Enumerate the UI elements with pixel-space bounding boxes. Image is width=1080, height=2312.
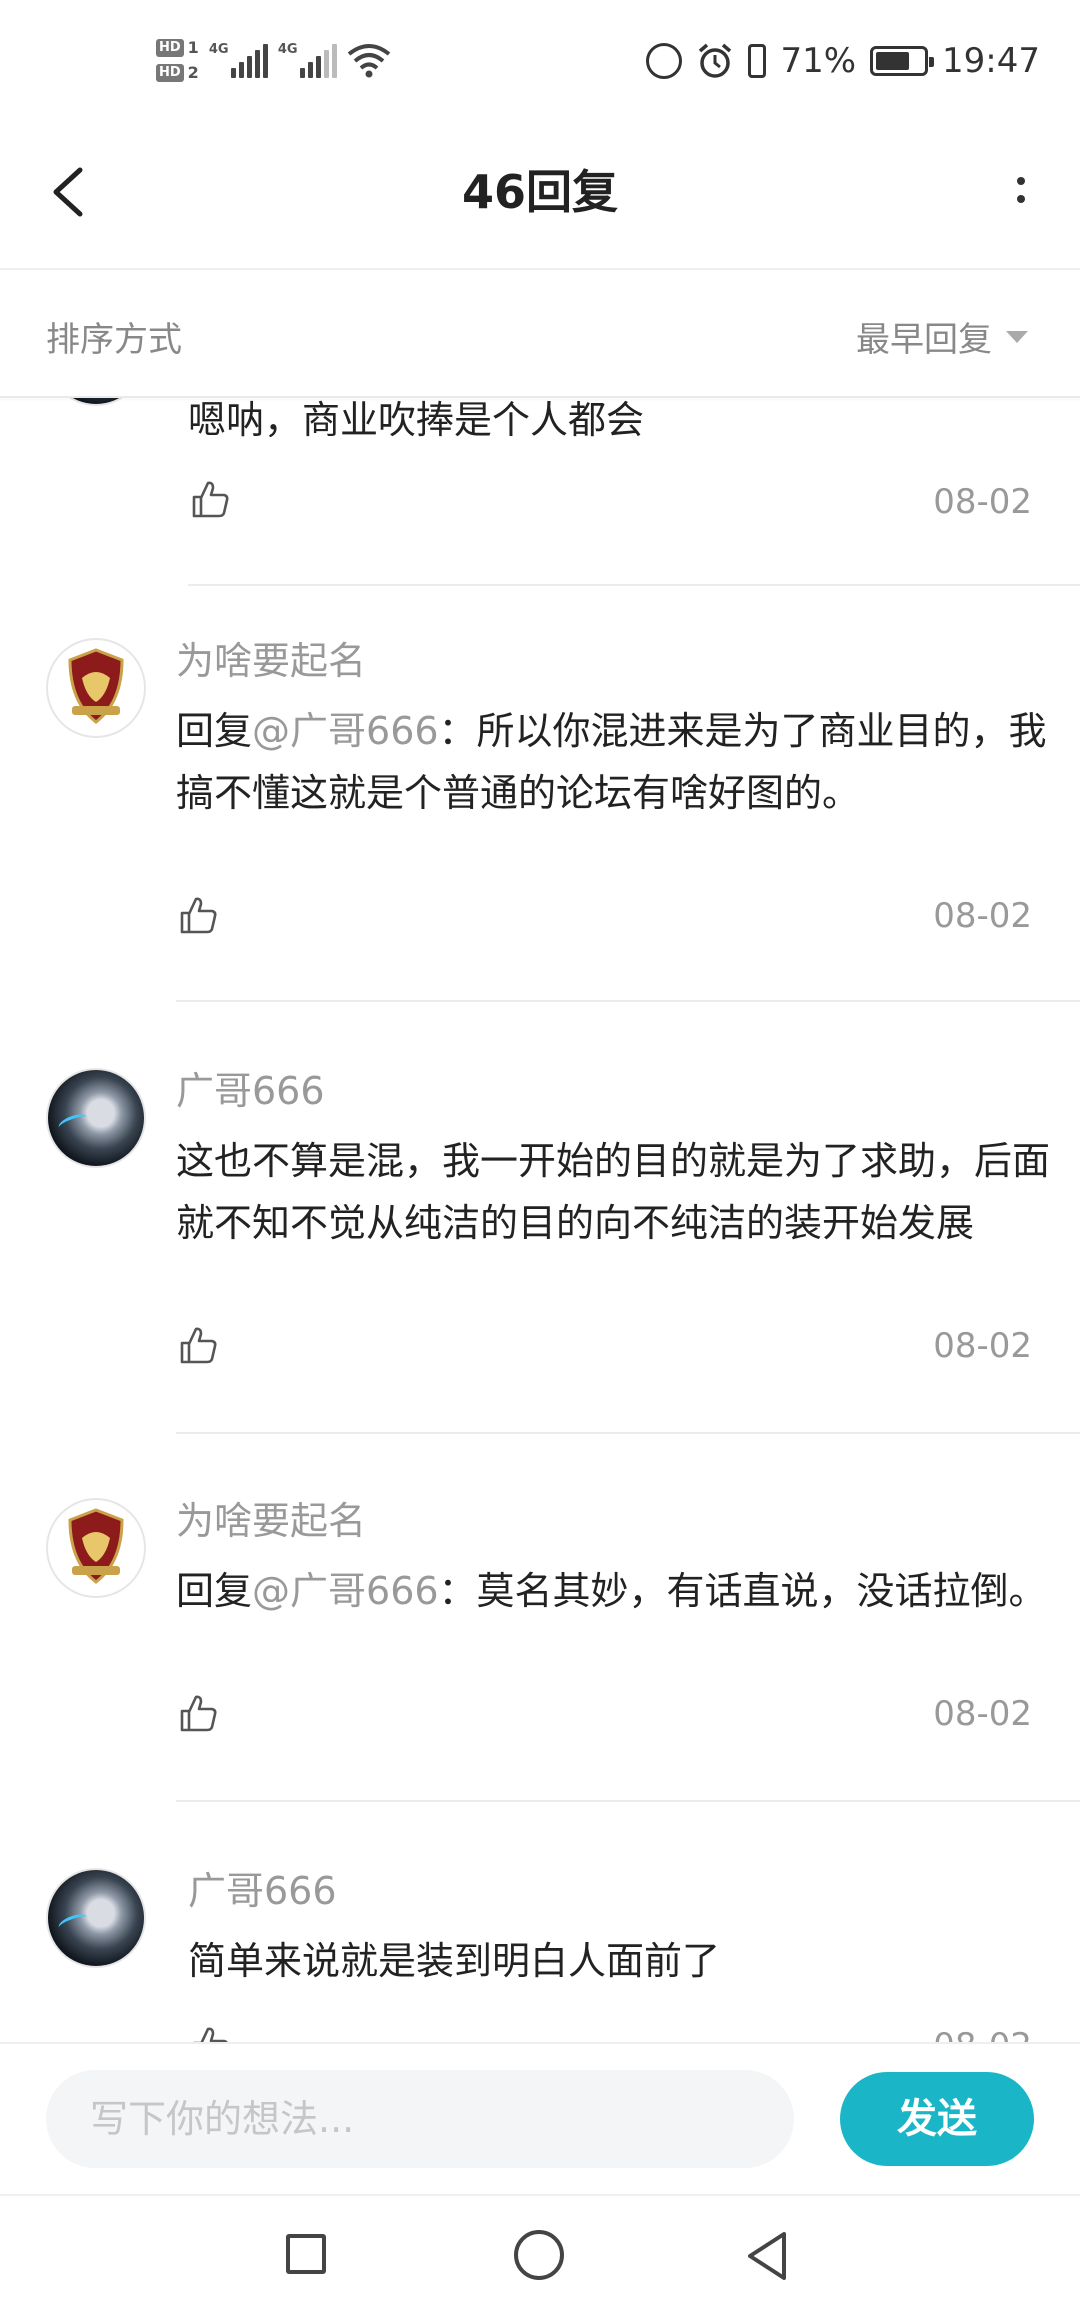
reply-content: 回复@广哥666：所以你混进来是为了商业目的，我搞不懂这就是个普通的论坛有啥好图… bbox=[176, 700, 1076, 824]
reply-prefix: 回复 bbox=[176, 709, 253, 753]
reply-item: 嗯呐，商业吹捧是个人都会 08-02 bbox=[0, 396, 1080, 646]
reply-date: 08-02 bbox=[933, 896, 1032, 936]
reply-item: 为啥要起名 回复@广哥666：所以你混进来是为了商业目的，我搞不懂这就是个普通的… bbox=[0, 630, 1080, 1060]
status-bar: HD 1 HD 2 4G 4G 71% 19:47 bbox=[0, 0, 1080, 120]
reply-content: 回复@广哥666：莫名其妙，有话直说，没话拉倒。 bbox=[176, 1560, 1076, 1622]
crest-logo-icon bbox=[68, 648, 124, 724]
network-type-1: 4G bbox=[208, 42, 229, 57]
reply-item: 广哥666 简单来说就是装到明白人面前了 08-02 bbox=[0, 1860, 1080, 2042]
system-indicators: 71% 19:47 bbox=[646, 36, 1040, 86]
mention-link[interactable]: @广哥666 bbox=[252, 1569, 439, 1613]
data-saver-icon bbox=[646, 43, 683, 79]
username[interactable]: 为啥要起名 bbox=[176, 1490, 366, 1545]
sort-dropdown[interactable]: 最早回复 bbox=[856, 312, 1028, 361]
sort-label: 排序方式 bbox=[46, 320, 182, 360]
username[interactable]: 为啥要起名 bbox=[176, 630, 366, 685]
signal-1-icon: 4G bbox=[209, 42, 268, 78]
mention-link[interactable]: @广哥666 bbox=[252, 709, 439, 753]
more-vertical-icon[interactable] bbox=[1006, 160, 1036, 220]
reply-date: 08-02 bbox=[933, 2026, 1032, 2042]
user-avatar[interactable] bbox=[46, 1068, 146, 1168]
sort-bar: 排序方式 最早回复 bbox=[0, 270, 1080, 398]
recents-icon[interactable] bbox=[286, 2234, 326, 2274]
vibrate-icon bbox=[748, 44, 767, 78]
reply-item: 为啥要起名 回复@广哥666：莫名其妙，有话直说，没话拉倒。 08-02 bbox=[0, 1490, 1080, 1860]
user-avatar[interactable] bbox=[46, 1868, 146, 1968]
reply-prefix: 回复 bbox=[176, 1569, 253, 1613]
divider bbox=[188, 584, 1080, 586]
sim1-tag: HD bbox=[156, 38, 184, 57]
alarm-icon bbox=[699, 43, 732, 78]
sim2-num: 2 bbox=[187, 63, 199, 82]
home-icon[interactable] bbox=[514, 2230, 564, 2280]
battery-percent: 71% bbox=[780, 41, 857, 81]
thumbs-up-icon[interactable] bbox=[188, 478, 232, 522]
reply-text: ：莫名其妙，有话直说，没话拉倒。 bbox=[438, 1569, 1047, 1613]
system-nav-bar bbox=[0, 2194, 1080, 2312]
wifi-icon bbox=[347, 44, 391, 78]
sim-badges: HD 1 HD 2 bbox=[156, 38, 199, 82]
page-title: 46回复 bbox=[461, 165, 618, 219]
battery-icon bbox=[870, 46, 935, 76]
reply-content: 这也不算是混，我一开始的目的就是为了求助，后面就不知不觉从纯洁的目的向不纯洁的装… bbox=[176, 1139, 1051, 1245]
reply-date: 08-02 bbox=[933, 1694, 1032, 1734]
crest-logo-icon bbox=[68, 1508, 124, 1584]
top-app-bar: 46回复 bbox=[0, 120, 1080, 270]
username[interactable]: 广哥666 bbox=[176, 1060, 325, 1115]
divider bbox=[176, 1432, 1080, 1434]
username[interactable]: 广哥666 bbox=[188, 1860, 337, 1915]
caret-down-icon bbox=[1006, 330, 1028, 343]
divider bbox=[176, 1800, 1080, 1802]
thumbs-up-icon[interactable] bbox=[188, 2024, 232, 2042]
send-button[interactable]: 发送 bbox=[840, 2072, 1034, 2166]
reply-date: 08-02 bbox=[933, 482, 1032, 522]
thumbs-up-icon[interactable] bbox=[176, 1324, 220, 1368]
user-avatar[interactable] bbox=[46, 1498, 146, 1598]
sim1-badge: HD 1 bbox=[156, 38, 199, 57]
back-triangle-icon[interactable] bbox=[744, 2230, 792, 2282]
clock: 19:47 bbox=[942, 41, 1040, 81]
thumbs-up-icon[interactable] bbox=[176, 1692, 220, 1736]
reply-content: 嗯呐，商业吹捧是个人都会 bbox=[188, 398, 645, 442]
sort-selected-value: 最早回复 bbox=[856, 320, 992, 360]
network-indicators: HD 1 HD 2 4G 4G bbox=[156, 28, 391, 92]
reply-list[interactable]: 嗯呐，商业吹捧是个人都会 08-02 为啥要起名 回复@广哥666：所以你混进来… bbox=[0, 396, 1080, 2042]
reply-date: 08-02 bbox=[933, 1326, 1032, 1366]
comment-composer: 写下你的想法... 发送 bbox=[0, 2042, 1080, 2194]
signal-2-icon: 4G bbox=[278, 42, 337, 78]
divider bbox=[176, 1000, 1080, 1002]
sim2-badge: HD 2 bbox=[156, 63, 199, 82]
comment-input[interactable]: 写下你的想法... bbox=[46, 2070, 794, 2168]
sim1-num: 1 bbox=[187, 38, 199, 57]
battery-fill bbox=[876, 52, 909, 70]
thumbs-up-icon[interactable] bbox=[176, 894, 220, 938]
sim2-tag: HD bbox=[156, 63, 184, 82]
reply-item: 广哥666 这也不算是混，我一开始的目的就是为了求助，后面就不知不觉从纯洁的目的… bbox=[0, 1060, 1080, 1490]
reply-content: 简单来说就是装到明白人面前了 bbox=[188, 1939, 721, 1983]
user-avatar[interactable] bbox=[46, 638, 146, 738]
network-type-2: 4G bbox=[277, 42, 298, 57]
